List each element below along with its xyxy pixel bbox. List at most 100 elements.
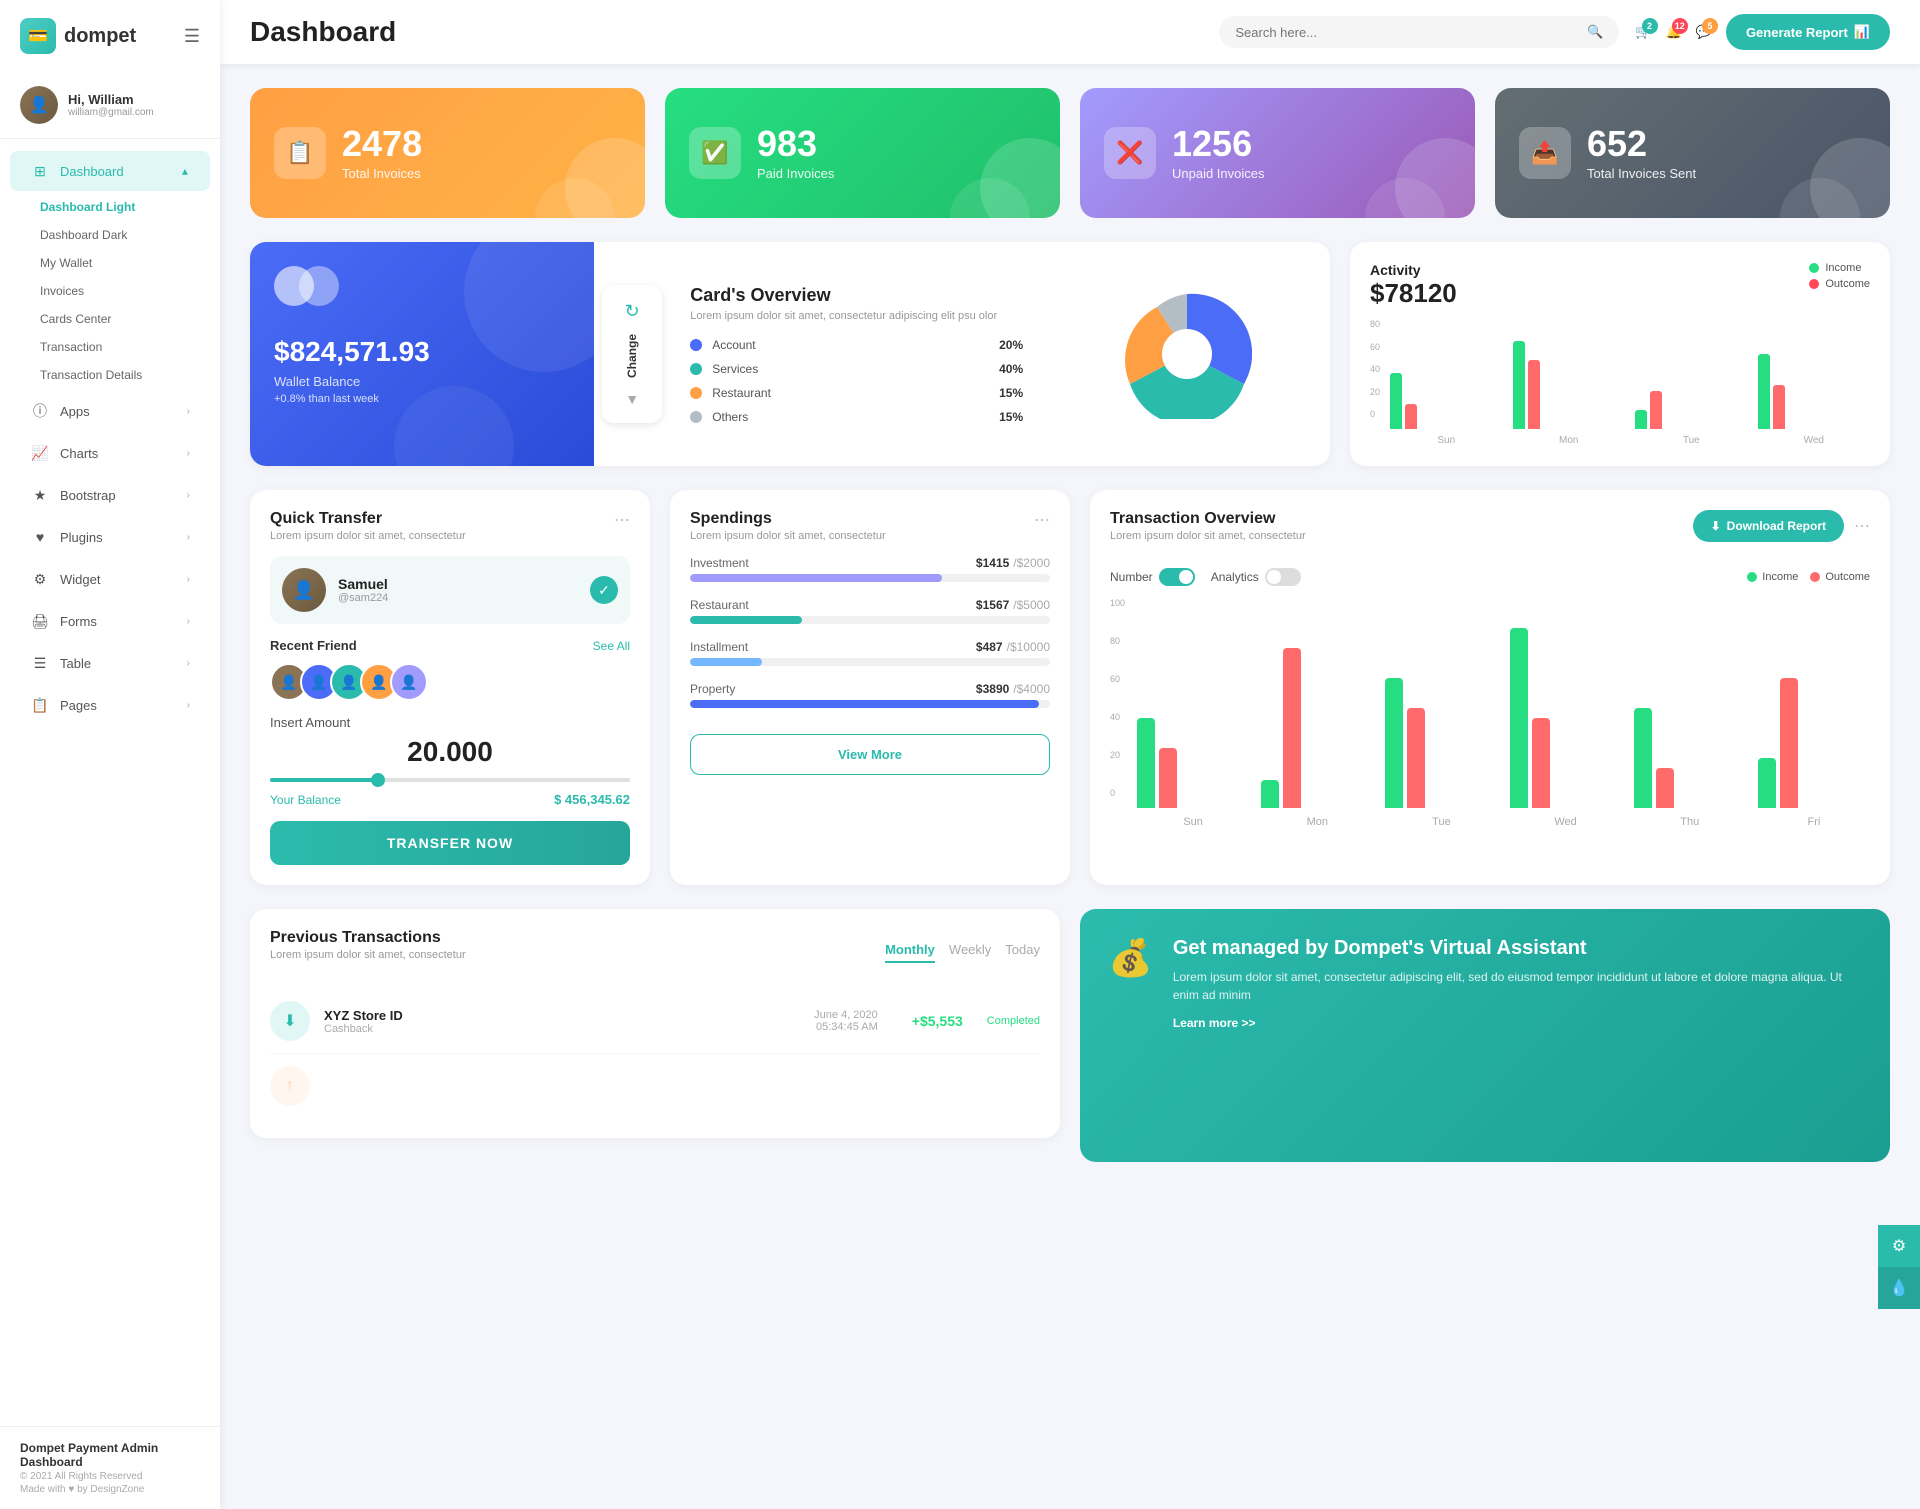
spending-item-property: Property $3890 /$4000 — [690, 682, 1050, 708]
toggle-knob-analytics — [1267, 570, 1281, 584]
bar-group-wed — [1758, 354, 1871, 429]
nav-sub-transaction[interactable]: Transaction — [40, 333, 220, 361]
quick-transfer-card: Quick Transfer Lorem ipsum dolor sit ame… — [250, 490, 650, 885]
cart-icon-badge[interactable]: 🛒 2 — [1635, 24, 1651, 40]
overview-item-services: Services 40% — [690, 362, 1023, 376]
table-row: ⬇ XYZ Store ID Cashback June 4, 2020 05:… — [270, 989, 1040, 1054]
outcome-legend-label: Outcome — [1825, 571, 1870, 583]
nav-item-pages[interactable]: 📋 Pages › — [10, 685, 210, 725]
nav-item-table[interactable]: ☰ Table › — [10, 643, 210, 683]
nav-sub-dashboard-light[interactable]: Dashboard Light — [40, 193, 220, 221]
theme-side-button[interactable]: 💧 — [1878, 1267, 1920, 1309]
nav-sub-cards-center[interactable]: Cards Center — [40, 305, 220, 333]
tx-date-text: June 4, 2020 — [814, 1009, 878, 1021]
quick-transfer-desc: Lorem ipsum dolor sit amet, consectetur — [270, 530, 466, 542]
spending-header-investment: Investment $1415 /$2000 — [690, 556, 1050, 570]
nav-item-plugins[interactable]: ♥ Plugins › — [10, 517, 210, 557]
nav-sub-dashboard-dark[interactable]: Dashboard Dark — [40, 221, 220, 249]
featured-contact[interactable]: 👤 Samuel @sam224 ✓ — [270, 556, 630, 624]
friend-avatar-5[interactable]: 👤 — [390, 663, 428, 701]
settings-side-button[interactable]: ⚙ — [1878, 1225, 1920, 1267]
nav-item-charts[interactable]: 📈 Charts › — [10, 433, 210, 473]
big-bar-fri-outcome — [1780, 678, 1798, 808]
chat-badge: 5 — [1702, 18, 1718, 34]
big-bar-sun-income — [1137, 718, 1155, 808]
big-bar-wed-income — [1510, 628, 1528, 808]
big-bar-fri — [1758, 678, 1870, 808]
income-label: Income — [1825, 262, 1861, 274]
hamburger-icon[interactable]: ☰ — [184, 26, 200, 47]
view-more-button[interactable]: View More — [690, 734, 1050, 775]
tab-weekly[interactable]: Weekly — [949, 942, 991, 963]
installment-amounts: $487 /$10000 — [976, 640, 1050, 654]
nav-sub-invoices[interactable]: Invoices — [40, 277, 220, 305]
activity-bars — [1390, 329, 1870, 429]
va-learn-more-link[interactable]: Learn more >> — [1173, 1016, 1862, 1030]
nav-item-apps[interactable]: ⓘ Apps › — [10, 391, 210, 431]
investment-total: /$2000 — [1013, 556, 1050, 570]
search-icon[interactable]: 🔍 — [1587, 24, 1603, 40]
spendings-menu-icon[interactable]: ⋯ — [1034, 510, 1050, 530]
income-pill-dot — [1747, 572, 1757, 582]
analytics-toggle-switch[interactable] — [1265, 568, 1301, 586]
activity-bar-labels: Sun Mon Tue Wed — [1390, 435, 1870, 446]
big-label-tue: Tue — [1385, 816, 1497, 828]
property-label: Property — [690, 682, 735, 696]
nav-item-widget[interactable]: ⚙ Widget › — [10, 559, 210, 599]
generate-report-button[interactable]: Generate Report 📊 — [1726, 14, 1890, 50]
spendings-title: Spendings — [690, 510, 886, 528]
forms-icon: 🖨 — [30, 611, 50, 631]
bar-group-sun — [1390, 373, 1503, 429]
amount-slider[interactable] — [270, 778, 630, 782]
prev-transactions-header: Previous Transactions Lorem ipsum dolor … — [270, 929, 1040, 975]
tab-monthly[interactable]: Monthly — [885, 942, 935, 963]
restaurant-fill — [690, 616, 802, 624]
to-menu-icon[interactable]: ⋯ — [1854, 516, 1870, 536]
recent-friends-row: 👤 👤 👤 👤 👤 — [270, 663, 630, 701]
pie-chart — [1122, 289, 1252, 419]
generate-label: Generate Report — [1746, 25, 1848, 40]
nav-sub-my-wallet[interactable]: My Wallet — [40, 249, 220, 277]
investment-fill — [690, 574, 942, 582]
quick-transfer-menu-icon[interactable]: ⋯ — [614, 510, 630, 530]
outcome-dot — [1809, 279, 1819, 289]
number-toggle[interactable]: Number — [1110, 568, 1195, 586]
user-section: 👤 Hi, William william@gmail.com — [0, 72, 220, 139]
big-bar-tue-income — [1385, 678, 1403, 808]
big-bar-labels: Sun Mon Tue Wed Thu Fri — [1137, 816, 1870, 828]
y-big-100: 100 — [1110, 598, 1125, 608]
sent-invoices-info: 652 Total Invoices Sent — [1587, 126, 1696, 181]
others-pct: 15% — [999, 410, 1023, 424]
spendings-desc: Lorem ipsum dolor sit amet, consectetur — [690, 530, 886, 542]
nav-label-table: Table — [60, 656, 177, 671]
header: Dashboard 🔍 🛒 2 🔔 12 💬 5 — [220, 0, 1920, 64]
sidebar: 💳 dompet ☰ 👤 Hi, William william@gmail.c… — [0, 0, 220, 1509]
nav-item-bootstrap[interactable]: ★ Bootstrap › — [10, 475, 210, 515]
big-bar-thu — [1634, 708, 1746, 808]
nav-item-forms[interactable]: 🖨 Forms › — [10, 601, 210, 641]
number-toggle-switch[interactable] — [1159, 568, 1195, 586]
number-label: Number — [1110, 570, 1153, 584]
tx-status: Completed — [987, 1015, 1040, 1027]
chevron-right-icon-3: › — [187, 490, 190, 501]
avatar-image: 👤 — [20, 86, 58, 124]
search-bar[interactable]: 🔍 — [1219, 16, 1619, 48]
tab-today[interactable]: Today — [1005, 942, 1040, 963]
investment-label: Investment — [690, 556, 749, 570]
download-report-button[interactable]: ⬇ Download Report — [1693, 510, 1844, 542]
change-button[interactable]: ↻ Change ▼ — [602, 285, 662, 422]
analytics-toggle[interactable]: Analytics — [1211, 568, 1301, 586]
nav-item-dashboard[interactable]: ⊞ Dashboard ▼ — [10, 151, 210, 191]
nav-sub-transaction-details[interactable]: Transaction Details — [40, 361, 220, 389]
download-icon: ⬇ — [1711, 519, 1721, 533]
va-content: Get managed by Dompet's Virtual Assistan… — [1173, 937, 1862, 1030]
footer-brand: Dompet Payment Admin Dashboard — [20, 1441, 200, 1469]
balance-label: Your Balance — [270, 793, 341, 807]
search-input[interactable] — [1235, 25, 1579, 40]
dashboard-icon: ⊞ — [30, 161, 50, 181]
bell-icon-badge[interactable]: 🔔 12 — [1666, 24, 1682, 40]
chat-icon-badge[interactable]: 💬 5 — [1696, 24, 1712, 40]
see-all-link[interactable]: See All — [593, 639, 630, 653]
transfer-now-button[interactable]: TRANSFER NOW — [270, 821, 630, 865]
big-bar-mon-outcome — [1283, 648, 1301, 808]
